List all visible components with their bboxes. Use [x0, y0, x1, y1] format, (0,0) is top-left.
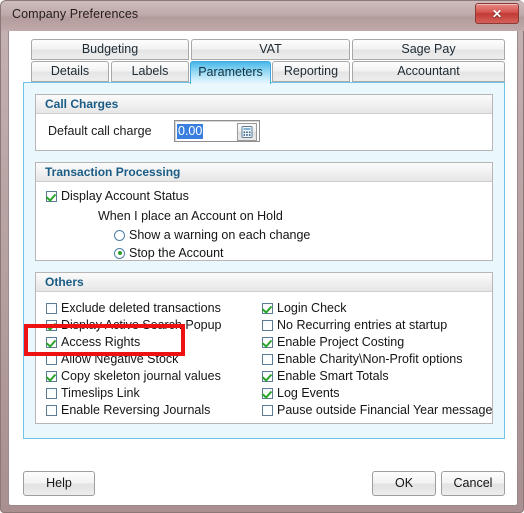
checkbox-icon [262, 404, 273, 416]
checkbox-icon [46, 319, 57, 331]
checkbox-label: Enable Project Costing [277, 335, 405, 349]
others-header: Others [36, 273, 492, 292]
cancel-button[interactable]: Cancel [441, 471, 505, 496]
parameters-tab-page: Call Charges Default call charge 0.00 Tr… [23, 82, 505, 439]
checkbox-icon [46, 302, 57, 314]
default-call-charge-value: 0.00 [177, 123, 204, 139]
checkbox-exclude-deleted-transactions[interactable]: Exclude deleted transactions [46, 301, 221, 315]
checkbox-label: Enable Reversing Journals [61, 403, 211, 417]
checkbox-label: Timeslips Link [61, 386, 140, 400]
tab-parameters[interactable]: Parameters [190, 61, 271, 84]
transaction-processing-header: Transaction Processing [36, 163, 492, 182]
checkbox-icon [262, 353, 273, 365]
checkbox-icon [262, 387, 273, 399]
dialog-body: Budgeting VAT Sage Pay Details Labels Pa… [8, 31, 518, 506]
call-charges-group: Call Charges Default call charge 0.00 [35, 94, 493, 151]
checkbox-icon [262, 302, 273, 314]
radio-label: Show a warning on each change [129, 228, 311, 242]
checkbox-label: Display Active Search Popup [61, 318, 222, 332]
checkbox-enable-charity-non-profit-options[interactable]: Enable Charity\Non-Profit options [262, 352, 463, 366]
tab-sage-pay[interactable]: Sage Pay [352, 39, 505, 60]
checkbox-label: Display Account Status [61, 189, 189, 203]
checkbox-icon [46, 190, 57, 202]
transaction-processing-body: Display Account Status When I place an A… [36, 182, 492, 260]
checkbox-label: Login Check [277, 301, 347, 315]
checkbox-copy-skeleton-journal-values[interactable]: Copy skeleton journal values [46, 369, 221, 383]
tab-vat[interactable]: VAT [191, 39, 350, 60]
tab-reporting[interactable]: Reporting [272, 61, 350, 82]
checkbox-icon [262, 370, 273, 382]
default-call-charge-input[interactable]: 0.00 [174, 120, 260, 142]
radio-icon [114, 229, 125, 241]
checkbox-enable-smart-totals[interactable]: Enable Smart Totals [262, 369, 389, 383]
tab-budgeting[interactable]: Budgeting [31, 39, 189, 60]
radio-stop-account[interactable]: Stop the Account [114, 246, 224, 260]
checkbox-pause-outside-financial-year-message[interactable]: Pause outside Financial Year message [262, 403, 492, 417]
checkbox-icon [46, 387, 57, 399]
tab-labels[interactable]: Labels [111, 61, 189, 82]
checkbox-enable-project-costing[interactable]: Enable Project Costing [262, 335, 404, 349]
checkbox-label: Enable Smart Totals [277, 369, 389, 383]
radio-icon [114, 247, 125, 259]
transaction-processing-group: Transaction Processing Display Account S… [35, 162, 493, 261]
tab-details[interactable]: Details [31, 61, 109, 82]
checkbox-label: Pause outside Financial Year message [277, 403, 493, 417]
checkbox-label: Copy skeleton journal values [61, 369, 221, 383]
checkbox-label: Exclude deleted transactions [61, 301, 221, 315]
checkbox-icon [46, 336, 57, 348]
hold-prompt-text: When I place an Account on Hold [98, 209, 283, 223]
checkbox-label: Log Events [277, 386, 340, 400]
tab-strip: Budgeting VAT Sage Pay Details Labels Pa… [23, 39, 505, 84]
calculator-icon[interactable] [237, 123, 257, 141]
tab-accountant[interactable]: Accountant [352, 61, 505, 82]
radio-label: Stop the Account [129, 246, 224, 260]
checkbox-label: Allow Negative Stock [61, 352, 179, 366]
checkbox-log-events[interactable]: Log Events [262, 386, 340, 400]
checkbox-enable-reversing-journals[interactable]: Enable Reversing Journals [46, 403, 210, 417]
others-group: Others Exclude deleted transactions Disp… [35, 272, 493, 424]
close-icon[interactable]: ✕ [475, 3, 519, 24]
checkbox-access-rights[interactable]: Access Rights [46, 335, 140, 349]
checkbox-login-check[interactable]: Login Check [262, 301, 347, 315]
checkbox-icon [262, 319, 273, 331]
checkbox-label: Enable Charity\Non-Profit options [277, 352, 463, 366]
window-title: Company Preferences [12, 7, 139, 21]
checkbox-no-recurring-entries-at-startup[interactable]: No Recurring entries at startup [262, 318, 447, 332]
checkbox-icon [46, 370, 57, 382]
title-bar: Company Preferences ✕ [1, 1, 524, 31]
checkbox-timeslips-link[interactable]: Timeslips Link [46, 386, 140, 400]
checkbox-icon [46, 353, 57, 365]
checkbox-icon [262, 336, 273, 348]
checkbox-label: Access Rights [61, 335, 141, 349]
call-charges-body: Default call charge 0.00 [36, 114, 492, 150]
checkbox-display-account-status[interactable]: Display Account Status [46, 189, 189, 203]
default-call-charge-label: Default call charge [48, 124, 152, 138]
checkbox-label: No Recurring entries at startup [277, 318, 448, 332]
call-charges-header: Call Charges [36, 95, 492, 114]
others-body: Exclude deleted transactions Display Act… [36, 292, 492, 423]
checkbox-icon [46, 404, 57, 416]
checkbox-display-active-search-popup[interactable]: Display Active Search Popup [46, 318, 222, 332]
help-button[interactable]: Help [23, 471, 95, 496]
company-preferences-window: Company Preferences ✕ Budgeting VAT Sage… [0, 0, 524, 513]
radio-show-warning[interactable]: Show a warning on each change [114, 228, 310, 242]
checkbox-allow-negative-stock[interactable]: Allow Negative Stock [46, 352, 178, 366]
ok-button[interactable]: OK [372, 471, 436, 496]
